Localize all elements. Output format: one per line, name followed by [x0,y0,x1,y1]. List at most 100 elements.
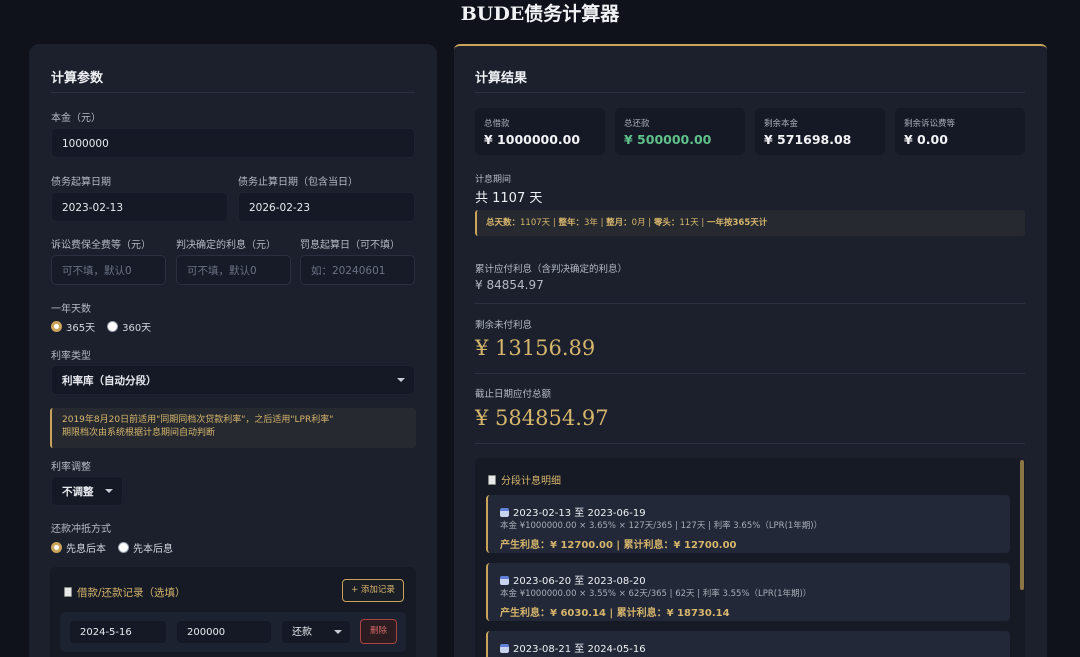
delete-record-button[interactable]: 删除 [360,619,397,644]
rate-notice-line2: 期限档次由系统根据计息期间自动判断 [62,428,216,438]
rate-type-select[interactable]: 利率库（自动分段） [51,365,415,395]
years-value: 3年 [583,218,598,228]
judged-interest-input[interactable]: 可不填，默认0 [176,255,291,285]
stat-value: ¥ 1000000.00 [484,132,581,147]
record-date-input[interactable]: 2024-5-16 [69,620,167,644]
stat-value: ¥ 571698.08 [764,132,852,147]
add-record-button[interactable]: + 添加记录 [342,579,404,602]
unpaid-value: ¥ 13156.89 [475,336,596,360]
segment-item: 2023-08-21 至 2024-05-16 [486,631,1010,657]
segment-range-text: 2023-08-21 至 2024-05-16 [513,644,646,655]
fees-input[interactable]: 可不填，默认0 [51,255,166,285]
total-due-label: 截止日期应付总额 [475,389,552,400]
stat-card-remaining-fees: 剩余诉讼费等 ¥ 0.00 [895,108,1025,155]
rate-notice: 2019年8月20日前适用"同期同档次贷款利率"，之后适用"LPR利率" 期限档… [50,408,416,448]
segments-title: 分段计息明细 [488,472,561,487]
unpaid-label: 剩余未付利息 [475,320,533,331]
segment-formula: 本金 ¥1000000.00 × 3.65% × 127天/365 | 127天… [500,521,823,531]
total-days-value: 1107天 [520,218,551,228]
judged-interest-label: 判决确定的利息（元） [176,240,276,251]
segment-range: 2023-02-13 至 2023-06-19 [500,504,646,519]
stat-value: ¥ 500000.00 [624,132,712,147]
radio-360-indicator[interactable] [107,321,119,332]
end-date-label: 债务止算日期（包含当日） [238,177,358,188]
stat-label: 剩余本金 [764,119,799,129]
segment-result: 产生利息：¥ 6030.14 | 累计利息：¥ 18730.14 [500,608,730,619]
principal-label: 本金（元） [51,113,101,124]
penalty-date-input[interactable]: 如：20240601 [300,255,415,285]
total-due-value: ¥ 584854.97 [475,406,609,430]
segments-scrollbar[interactable] [1020,460,1024,590]
params-title: 计算参数 [51,71,104,86]
rest-label: 零头： [653,218,680,228]
stat-label: 总还款 [624,119,650,129]
record-amount-input[interactable]: 200000 [176,620,272,644]
segment-item: 2023-06-20 至 2023-08-20 本金 ¥1000000.00 ×… [486,563,1010,621]
accrued-divider [475,303,1025,304]
rest-value: 11天 [679,218,699,228]
penalty-date-label: 罚息起算日（可不填） [300,240,400,251]
days-per-year-radio-group: 365天 360天 [51,319,163,334]
radio-360[interactable]: 360天 [107,319,151,334]
offset-method-label: 还款冲抵方式 [51,524,111,535]
segment-range-text: 2023-02-13 至 2023-06-19 [513,508,646,519]
radio-principal-first[interactable]: 先本后息 [118,540,173,555]
radio-365-indicator[interactable] [51,321,62,332]
records-title: 借款/还款记录（选填） [64,585,186,600]
params-divider [51,92,415,93]
total-due-divider [475,443,1025,444]
rate-adjust-chevron-down-icon [105,489,113,493]
total-days-label: 总天数： [486,218,521,228]
stat-card-total-borrowed: 总借款 ¥ 1000000.00 [475,108,605,155]
period-value: 共 1107 天 [475,191,543,206]
year-basis: 一年按365天计 [707,218,768,228]
calendar-icon [500,508,509,517]
stat-label: 剩余诉讼费等 [904,119,956,129]
radio-principal-first-indicator[interactable] [118,542,129,553]
stat-label: 总借款 [484,119,510,129]
radio-interest-first-indicator[interactable] [51,542,62,553]
end-date-input[interactable]: 2026-02-23 [238,192,415,222]
rate-type-label: 利率类型 [51,351,91,362]
principal-input[interactable]: 1000000 [51,128,415,158]
radio-365-label: 365天 [66,323,96,334]
radio-interest-first[interactable]: 先息后本 [51,540,106,555]
months-label: 整月： [606,218,632,228]
stat-card-total-repaid: 总还款 ¥ 500000.00 [615,108,745,155]
rate-type-chevron-down-icon [397,378,405,382]
years-label: 整年： [558,218,584,228]
segments-section [475,458,1025,657]
start-date-label: 债务起算日期 [51,177,111,188]
rate-adjust-label: 利率调整 [51,462,91,473]
start-date-input[interactable]: 2023-02-13 [51,192,228,222]
rate-notice-line1: 2019年8月20日前适用"同期同档次贷款利率"，之后适用"LPR利率" [62,415,334,425]
segment-range-text: 2023-06-20 至 2023-08-20 [513,576,646,587]
record-type-chevron-down-icon [334,630,342,634]
period-label: 计息期间 [475,175,512,185]
period-summary: 总天数：1107天 | 整年：3年 | 整月：0月 | 零头：11天 | 一年按… [475,210,1025,236]
unpaid-divider [475,373,1025,374]
offset-method-radio-group: 先息后本 先本后息 [51,540,185,555]
fees-label: 诉讼费保全费等（元） [51,240,151,251]
results-title: 计算结果 [475,71,528,86]
segment-item: 2023-02-13 至 2023-06-19 本金 ¥1000000.00 ×… [486,495,1010,553]
days-per-year-label: 一年天数 [51,304,91,315]
radio-interest-first-label: 先息后本 [66,544,106,555]
radio-360-label: 360天 [122,323,152,334]
segment-range: 2023-08-21 至 2024-05-16 [500,640,646,655]
clipboard-icon [488,475,496,485]
segment-range: 2023-06-20 至 2023-08-20 [500,572,646,587]
segment-result: 产生利息：¥ 12700.00 | 累计利息：¥ 12700.00 [500,540,737,551]
calendar-icon [500,576,509,585]
stat-card-remaining-principal: 剩余本金 ¥ 571698.08 [755,108,885,155]
radio-365[interactable]: 365天 [51,319,95,334]
segments-title-text: 分段计息明细 [501,476,561,487]
stat-value: ¥ 0.00 [904,132,948,147]
segment-formula: 本金 ¥1000000.00 × 3.55% × 62天/365 | 62天 |… [500,589,812,599]
results-divider [475,92,1025,93]
calendar-icon [500,644,509,653]
clipboard-icon [64,587,72,597]
records-title-text: 借款/还款记录（选填） [77,587,186,599]
accrued-value: ¥ 84854.97 [475,278,544,292]
accrued-label: 累计应付利息（含判决确定的利息） [475,264,628,275]
